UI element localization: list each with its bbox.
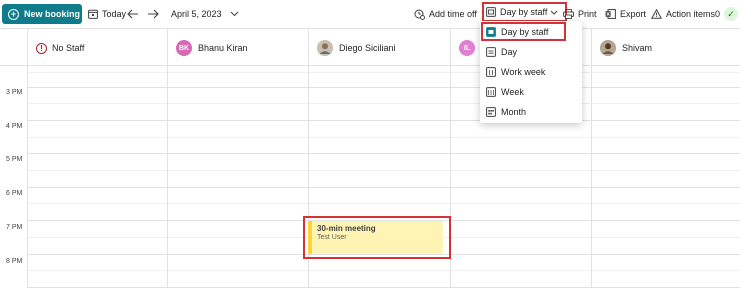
view-dropdown-menu: Day by staff Day Work week Week Month xyxy=(480,21,582,123)
staff-name: Shivam xyxy=(622,43,653,53)
grid-line xyxy=(27,87,740,88)
view-option-label: Month xyxy=(501,107,527,117)
checkmark-icon: ✓ xyxy=(724,7,739,21)
column-divider xyxy=(167,66,168,288)
staff-column-no-staff[interactable]: ! No Staff xyxy=(27,29,167,67)
view-option-work-week[interactable]: Work week xyxy=(480,62,582,82)
selected-option-highlight xyxy=(481,22,566,41)
staff-name: Bhanu Kiran xyxy=(198,43,248,53)
staff-name: Diego Siciliani xyxy=(339,43,396,53)
view-option-week[interactable]: Week xyxy=(480,82,582,102)
staff-column-shivam[interactable]: Shivam xyxy=(591,29,740,67)
action-items-label: Action items0 xyxy=(666,9,721,19)
work-week-icon xyxy=(486,67,496,77)
new-booking-button[interactable]: + New booking xyxy=(2,4,82,24)
warning-icon xyxy=(651,9,662,19)
week-view-icon xyxy=(486,87,496,97)
column-divider xyxy=(591,66,592,288)
print-label: Print xyxy=(578,9,597,19)
month-view-icon xyxy=(486,107,496,117)
new-booking-label: New booking xyxy=(24,9,80,19)
date-label: April 5, 2023 xyxy=(171,9,222,19)
grid-line xyxy=(27,270,740,271)
grid-line xyxy=(27,203,740,204)
column-divider xyxy=(27,66,28,288)
time-label: 8 PM xyxy=(6,258,23,265)
avatar-photo-icon xyxy=(600,40,616,56)
arrow-right-icon xyxy=(148,9,159,19)
time-label: 6 PM xyxy=(6,190,23,197)
grid-line xyxy=(27,72,740,73)
excel-export-icon xyxy=(605,9,616,19)
export-label: Export xyxy=(620,9,647,19)
grid-line xyxy=(27,103,740,104)
staff-column-diego-siciliani[interactable]: Diego Siciliani xyxy=(308,29,450,67)
alert-icon: ! xyxy=(36,42,47,54)
grid-line xyxy=(27,137,740,138)
today-label: Today xyxy=(102,9,127,19)
view-switcher-highlight xyxy=(482,2,567,22)
staff-column-bhanu-kiran[interactable]: BK Bhanu Kiran xyxy=(167,29,308,67)
action-items-button[interactable]: Action items0 ✓ xyxy=(651,0,739,28)
event-highlight xyxy=(303,216,451,259)
grid-line xyxy=(27,170,740,171)
add-time-off-button[interactable]: Add time off xyxy=(414,0,477,28)
grid-line xyxy=(27,187,740,188)
time-label: 5 PM xyxy=(6,156,23,163)
avatar: IL xyxy=(459,40,475,56)
today-button[interactable]: Today xyxy=(88,0,126,28)
time-label: 3 PM xyxy=(6,89,23,96)
day-view-icon xyxy=(486,47,496,57)
add-time-off-label: Add time off xyxy=(429,9,477,19)
time-label: 7 PM xyxy=(6,224,23,231)
view-option-label: Week xyxy=(501,87,524,97)
staff-header-row: ! No Staff BK Bhanu Kiran Diego Sicilian… xyxy=(0,28,740,67)
previous-arrow-button[interactable] xyxy=(127,0,139,28)
view-option-label: Day xyxy=(501,47,518,57)
view-option-day[interactable]: Day xyxy=(480,42,582,62)
view-option-label: Work week xyxy=(501,67,546,77)
grid-line xyxy=(27,153,740,154)
chevron-down-icon xyxy=(230,11,238,17)
staff-name: No Staff xyxy=(52,43,85,53)
time-off-icon xyxy=(414,9,425,20)
date-picker[interactable]: April 5, 2023 xyxy=(171,0,239,28)
print-icon xyxy=(563,9,574,19)
grid-line xyxy=(27,120,740,121)
avatar: BK xyxy=(176,40,192,56)
avatar-photo-icon xyxy=(317,40,333,56)
arrow-left-icon xyxy=(127,9,138,19)
view-option-month[interactable]: Month xyxy=(480,102,582,122)
next-arrow-button[interactable] xyxy=(147,0,159,28)
toolbar: + New booking Today April 5, 2023 Add ti… xyxy=(0,0,740,28)
plus-icon: + xyxy=(8,8,19,20)
calendar-today-icon xyxy=(88,9,98,19)
time-label: 4 PM xyxy=(6,123,23,130)
export-button[interactable]: Export xyxy=(605,0,646,28)
